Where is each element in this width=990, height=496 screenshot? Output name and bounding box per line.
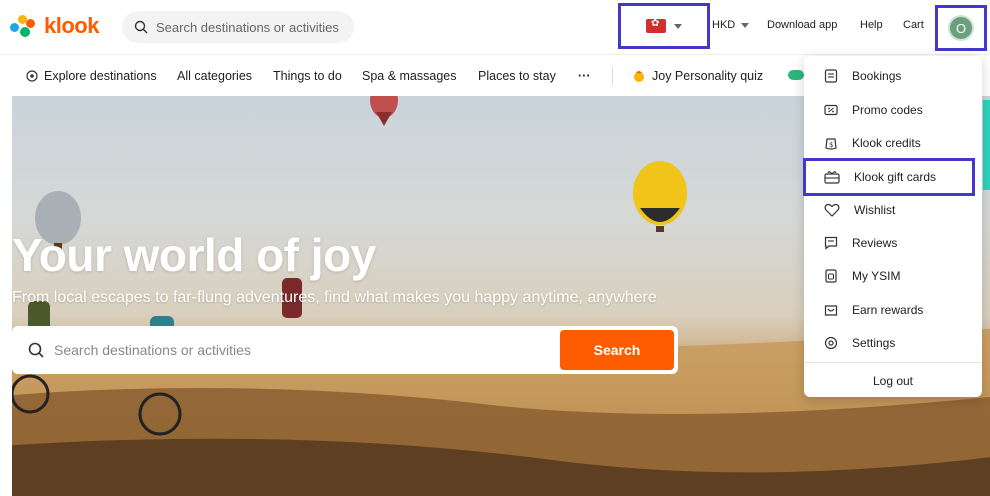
menu-item-label: Klook credits	[852, 135, 921, 150]
download-app-link[interactable]: Download app	[767, 19, 837, 31]
joy-quiz-icon	[634, 71, 644, 82]
nav-joy-quiz[interactable]: Joy Personality quiz	[632, 69, 763, 83]
header-search-input[interactable]: Search destinations or activities	[122, 11, 354, 43]
heart-icon	[824, 203, 840, 217]
account-dropdown-menu: Bookings Promo codes $ Klook credits Klo…	[804, 56, 982, 397]
account-menu-trigger[interactable]: O	[935, 5, 987, 51]
menu-item-klook-credits[interactable]: $ Klook credits	[804, 126, 982, 159]
nav-extra-badge[interactable]	[788, 69, 804, 81]
tag-icon	[788, 70, 804, 80]
nav-label: Places to stay	[478, 69, 556, 83]
more-icon: ···	[578, 69, 591, 83]
gift-cards-highlight	[803, 158, 975, 196]
logout-button[interactable]: Log out	[804, 366, 982, 396]
hong-kong-flag-icon	[646, 18, 666, 33]
menu-item-label: Promo codes	[852, 102, 923, 117]
hero-search-placeholder: Search destinations or activities	[54, 342, 251, 358]
svg-text:$: $	[829, 141, 833, 149]
menu-item-label: My YSIM	[852, 268, 901, 283]
menu-divider	[804, 362, 982, 363]
nav-label: Spa & massages	[362, 69, 457, 83]
menu-item-my-ysim[interactable]: My YSIM	[804, 259, 982, 292]
credits-icon: $	[825, 137, 837, 150]
search-icon	[134, 20, 148, 34]
menu-item-label: Wishlist	[854, 202, 896, 217]
menu-item-label: Bookings	[852, 68, 902, 83]
menu-item-earn-rewards[interactable]: Earn rewards	[804, 293, 982, 326]
chevron-down-icon	[674, 23, 682, 29]
settings-icon	[824, 336, 838, 349]
promo-codes-icon	[824, 104, 838, 115]
hero-search-button[interactable]: Search	[560, 330, 674, 370]
language-selector[interactable]	[618, 3, 710, 49]
nav-label: Things to do	[273, 69, 342, 83]
nav-spa-massages[interactable]: Spa & massages	[362, 69, 457, 83]
menu-item-wishlist[interactable]: Wishlist	[804, 193, 982, 226]
location-pin-icon	[26, 70, 38, 82]
nav-things-to-do[interactable]: Things to do	[273, 69, 342, 83]
sim-icon	[825, 268, 837, 283]
menu-item-label: Earn rewards	[852, 302, 924, 317]
klook-logo[interactable]: klook	[10, 13, 99, 39]
logo-text: klook	[44, 13, 99, 38]
nav-all-categories[interactable]: All categories	[177, 69, 252, 83]
top-header: klook Search destinations or activities …	[0, 0, 990, 54]
menu-item-promo-codes[interactable]: Promo codes	[804, 93, 982, 126]
search-icon	[28, 342, 44, 358]
menu-item-bookings[interactable]: Bookings	[804, 59, 982, 92]
nav-label: All categories	[177, 69, 253, 83]
klook-logo-icon	[10, 13, 40, 39]
reviews-icon	[824, 236, 838, 250]
menu-item-settings[interactable]: Settings	[804, 326, 982, 359]
header-search-placeholder: Search destinations or activities	[156, 19, 339, 35]
rewards-icon	[824, 304, 838, 316]
nav-more[interactable]: ···	[578, 69, 591, 83]
nav-divider	[612, 67, 613, 85]
cart-link[interactable]: Cart	[903, 19, 924, 31]
nav-label: Joy Personality quiz	[652, 69, 764, 83]
nav-label: Explore destinations	[44, 69, 157, 83]
menu-item-label: Settings	[852, 335, 896, 350]
side-banner-edge	[983, 100, 990, 190]
menu-item-label: Reviews	[852, 235, 898, 250]
menu-item-reviews[interactable]: Reviews	[804, 226, 982, 259]
help-link[interactable]: Help	[860, 19, 883, 31]
currency-label: HKD	[712, 19, 736, 31]
avatar: O	[948, 15, 974, 41]
bookings-icon	[824, 68, 838, 83]
nav-places-to-stay[interactable]: Places to stay	[478, 69, 556, 83]
hero-subtitle: From local escapes to far-flung adventur…	[12, 289, 657, 306]
currency-selector[interactable]: HKD	[712, 19, 750, 31]
chevron-down-icon	[741, 22, 750, 28]
hero-search-input[interactable]: Search destinations or activities Search	[12, 326, 678, 374]
nav-explore-destinations[interactable]: Explore destinations	[26, 69, 157, 83]
hero-title: Your world of joy	[12, 229, 376, 281]
